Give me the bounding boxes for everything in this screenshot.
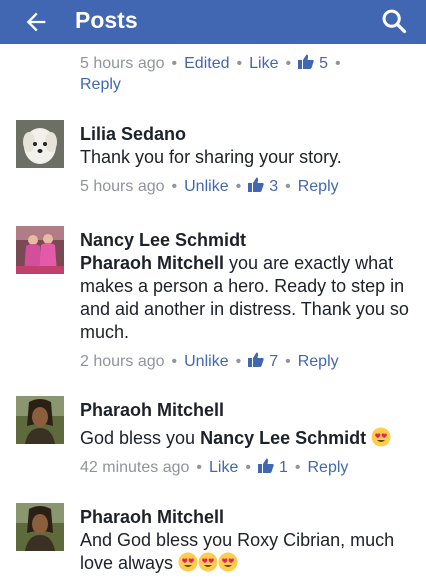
commenter-name[interactable]: Nancy Lee Schmidt <box>80 229 410 252</box>
like-count: 7 <box>269 353 279 370</box>
thumbs-up-icon <box>298 54 314 69</box>
heart-eyes-emoji-icon <box>218 552 238 572</box>
edited-link[interactable]: Edited <box>184 55 229 72</box>
commenter-name[interactable]: Pharaoh Mitchell <box>80 506 410 529</box>
mention-link[interactable]: Pharaoh Mitchell <box>80 253 224 273</box>
thumbs-up-icon <box>248 352 264 367</box>
reply-button[interactable]: Reply <box>80 76 121 93</box>
search-icon[interactable] <box>380 7 408 35</box>
mention-link[interactable]: Nancy Lee Schmidt <box>200 428 366 448</box>
like-count: 5 <box>319 55 328 72</box>
back-arrow-icon[interactable] <box>22 8 50 36</box>
avatar[interactable] <box>16 226 64 274</box>
comment-meta: 5 hours ago • Edited • Like • 5 • Reply <box>80 54 341 93</box>
reply-button[interactable]: Reply <box>308 459 349 476</box>
heart-eyes-emoji-icon <box>178 552 198 572</box>
commenter-name[interactable]: Lilia Sedano <box>80 123 410 146</box>
timestamp: 2 hours ago <box>80 353 165 370</box>
reply-button[interactable]: Reply <box>298 353 339 370</box>
like-count: 1 <box>278 459 288 476</box>
commenter-name[interactable]: Pharaoh Mitchell <box>80 399 410 422</box>
heart-eyes-emoji-icon <box>371 427 391 447</box>
comment-text: God bless you Nancy Lee Schmidt <box>80 427 410 450</box>
comment-meta: 2 hours ago • Unlike • 7 • Reply <box>80 352 339 370</box>
like-button[interactable]: Like <box>209 459 238 476</box>
comment-meta: 42 minutes ago • Like • 1 • Reply <box>80 458 349 476</box>
timestamp: 5 hours ago <box>80 178 165 195</box>
unlike-button[interactable]: Unlike <box>184 178 228 195</box>
comment-meta: 5 hours ago • Unlike • 3 • Reply <box>80 177 339 195</box>
app-bar: Posts <box>0 0 426 44</box>
unlike-button[interactable]: Unlike <box>184 353 228 370</box>
timestamp: 42 minutes ago <box>80 459 190 476</box>
avatar[interactable] <box>16 120 64 168</box>
avatar[interactable] <box>16 503 64 551</box>
comment-text: And God bless you Roxy Cibrian, much lov… <box>80 529 410 575</box>
thumbs-up-icon <box>248 177 264 192</box>
comment-text-body: God bless you <box>80 428 201 448</box>
comment-text: Thank you for sharing your story. <box>80 147 342 167</box>
like-button[interactable]: Like <box>249 55 278 72</box>
reply-button[interactable]: Reply <box>298 178 339 195</box>
avatar[interactable] <box>16 396 64 444</box>
timestamp: 5 hours ago <box>80 55 165 72</box>
thumbs-up-icon <box>257 458 274 473</box>
heart-eyes-emoji-icon <box>198 552 218 572</box>
comment-text: Pharaoh Mitchell you are exactly what ma… <box>80 252 410 344</box>
page-title: Posts <box>75 7 138 33</box>
like-count: 3 <box>269 178 279 195</box>
